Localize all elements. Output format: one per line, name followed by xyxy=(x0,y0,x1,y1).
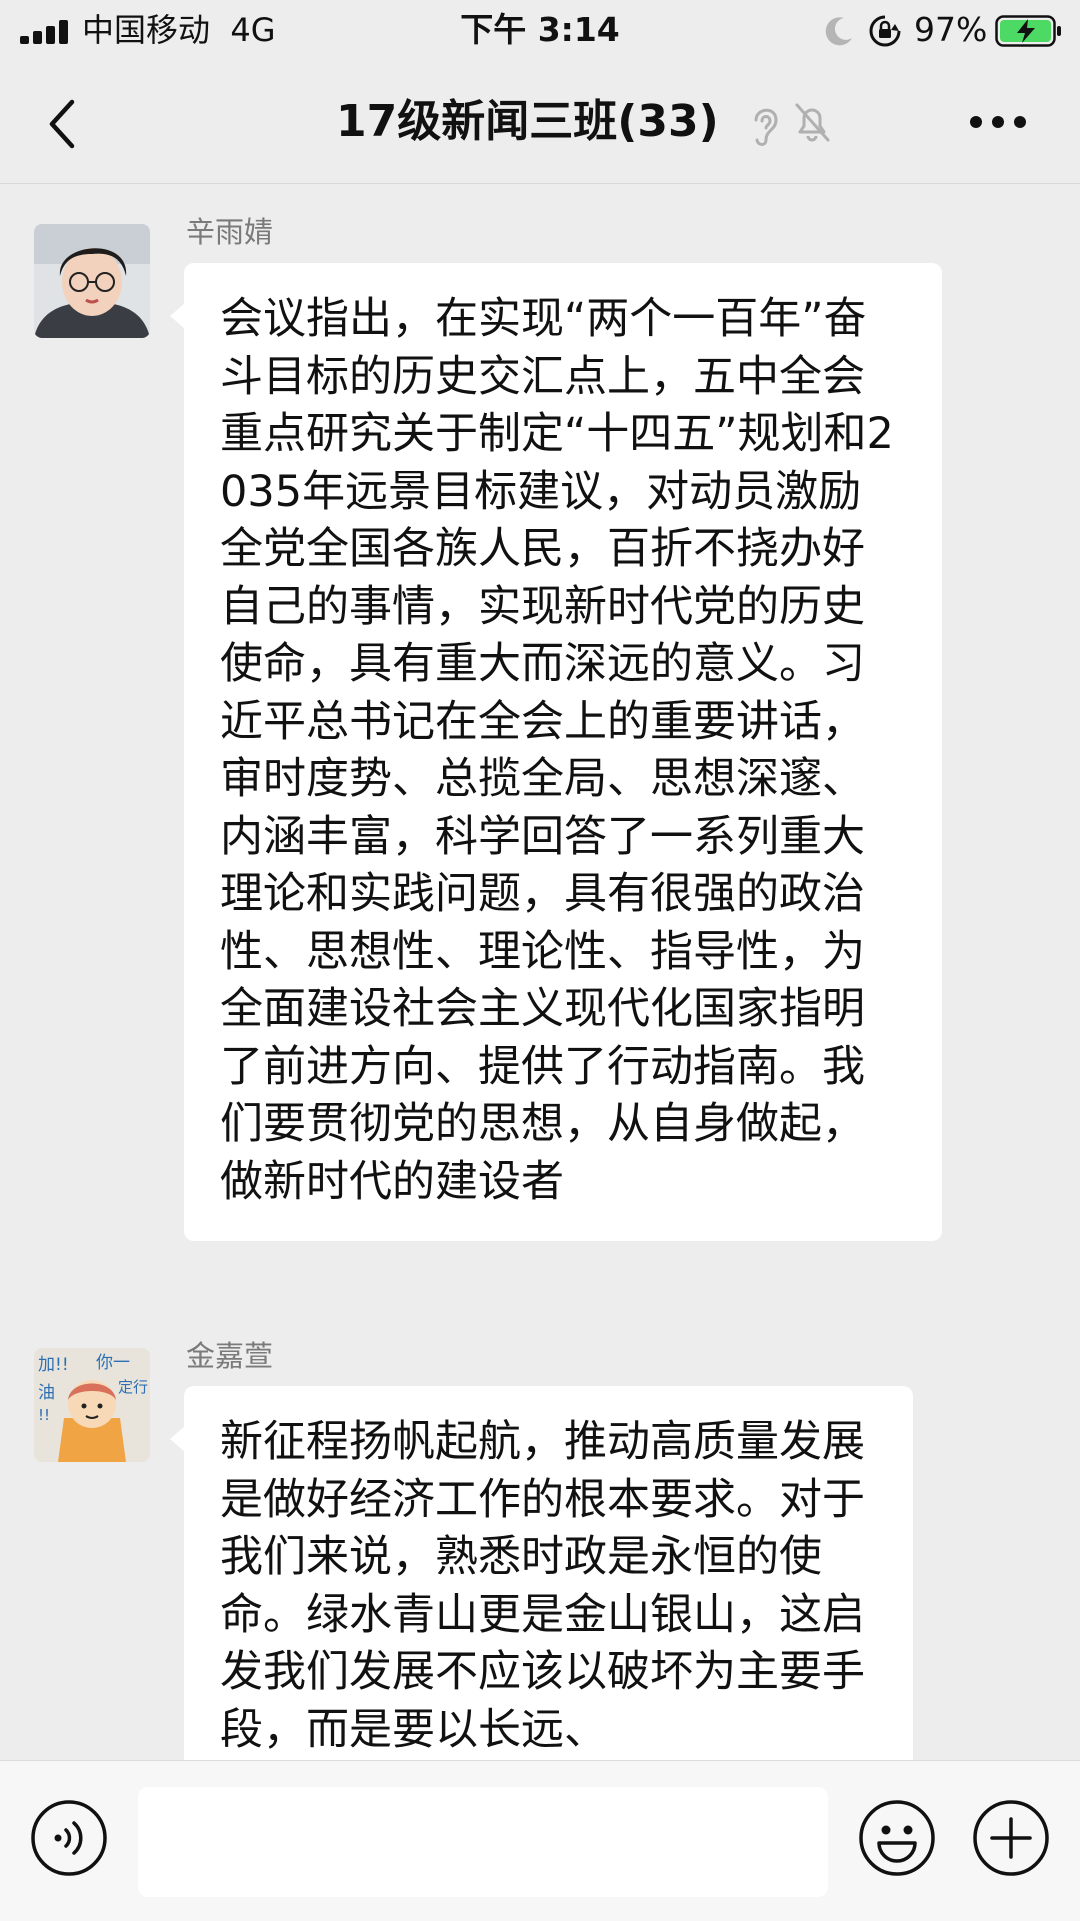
sticker-text: 加!! xyxy=(38,1355,69,1375)
sticker-text: !! xyxy=(38,1406,50,1424)
battery-icon xyxy=(995,15,1061,47)
more-options-button[interactable] xyxy=(968,112,1028,132)
avatar[interactable] xyxy=(34,224,150,338)
message-bubble[interactable]: 新征程扬帆起航，推动高质量发展是做好经济工作的根本要求。对于我们来说，熟悉时政是… xyxy=(170,1386,913,1789)
voice-icon[interactable] xyxy=(30,1799,108,1877)
status-bar: 中国移动 4G 下午 3:14 97% xyxy=(0,0,1080,60)
avatar-photo xyxy=(34,224,150,338)
ear-icon xyxy=(754,108,778,146)
avatar-sticker: 加!! 你一 油 定行 !! xyxy=(34,1348,150,1462)
emoji-icon[interactable] xyxy=(858,1799,936,1877)
input-bar xyxy=(0,1760,1080,1921)
sticker-text: 油 xyxy=(38,1383,55,1403)
sticker-text: 你一 xyxy=(96,1353,130,1373)
sender-name: 辛雨婧 xyxy=(186,215,274,249)
plus-icon[interactable] xyxy=(972,1799,1050,1877)
message-input[interactable] xyxy=(138,1787,828,1897)
message-bubble[interactable]: 会议指出，在实现“两个一百年”奋斗目标的历史交汇点上，五中全会重点研究关于制定“… xyxy=(170,263,942,1241)
chat-header: 17级新闻三班(33) xyxy=(0,60,1080,184)
rotation-lock-icon xyxy=(869,15,901,47)
moon-icon xyxy=(825,17,852,46)
muted-bell-icon xyxy=(795,103,830,142)
sender-name: 金嘉萱 xyxy=(186,1339,274,1373)
battery-percent: 97% xyxy=(914,10,988,49)
back-chevron-icon[interactable] xyxy=(40,96,84,152)
sticker-text: 定行 xyxy=(118,1378,148,1396)
avatar[interactable]: 加!! 你一 油 定行 !! xyxy=(34,1348,150,1462)
chat-title: 17级新闻三班(33) xyxy=(336,96,719,147)
